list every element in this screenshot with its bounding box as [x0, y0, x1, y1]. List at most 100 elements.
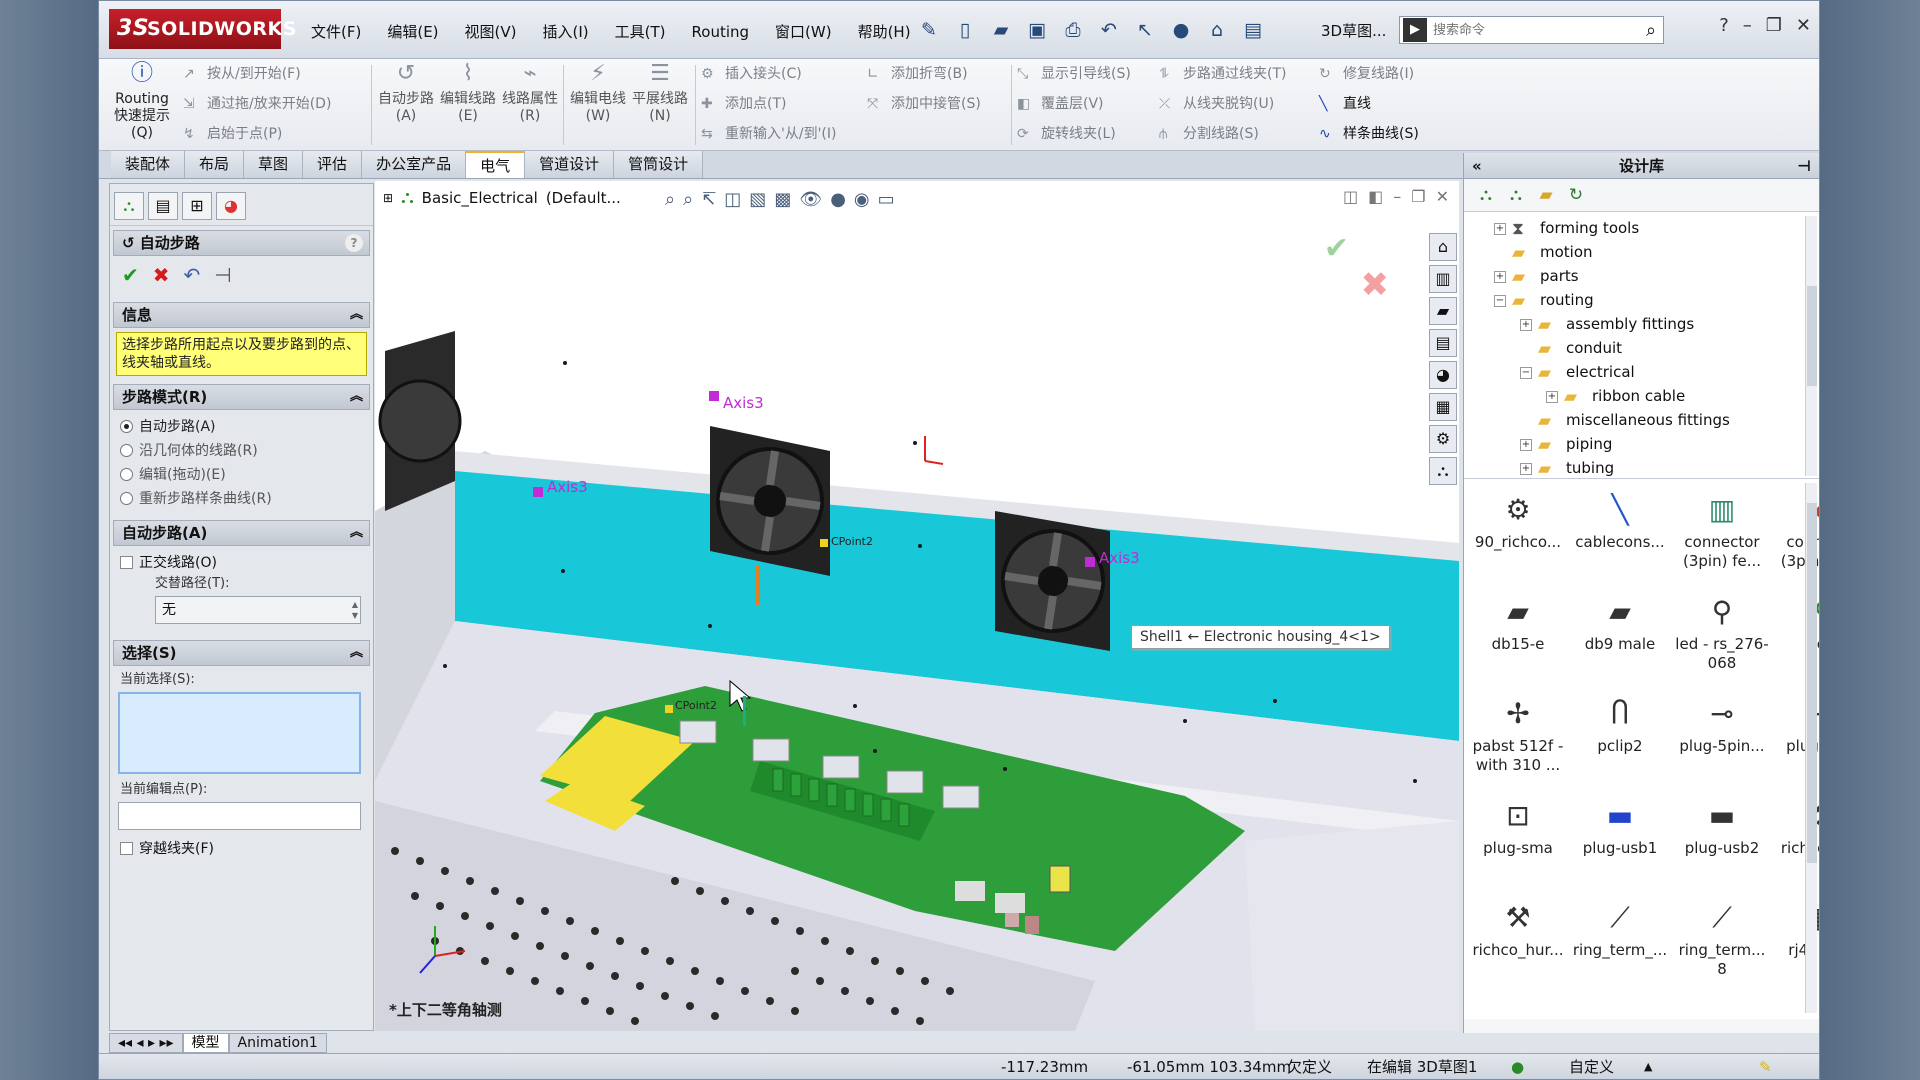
restore-icon[interactable]: ❐ [1766, 15, 1782, 36]
new-document-icon[interactable]: ▯ [950, 15, 980, 45]
previous-view-icon[interactable]: ↸ [701, 189, 716, 210]
menu-help[interactable]: 帮助(H) [846, 19, 923, 45]
menu-tools[interactable]: 工具(T) [603, 19, 678, 45]
reenter-from-to-button[interactable]: ⇆ 重新输入'从/到'(I) [701, 119, 836, 149]
library-item[interactable]: ▥ connector (3pin) fe... [1672, 487, 1772, 571]
appearance-icon[interactable]: ◕ [216, 192, 246, 220]
ok-icon[interactable]: ✔ [122, 260, 139, 290]
chevron-up-icon[interactable]: ▲ [1644, 1054, 1652, 1079]
collapse-icon[interactable]: ︽ [350, 303, 363, 327]
info-section-header[interactable]: 信息 ︽ [113, 302, 370, 328]
library-item[interactable]: ⚒ richco_hur... [1468, 895, 1568, 960]
quick-tips-icon[interactable]: ✎ [1759, 1054, 1772, 1079]
section-view-icon[interactable]: ◫ [724, 189, 741, 210]
checkbox[interactable] [120, 841, 133, 855]
spline-button[interactable]: ∿ 样条曲线(S) [1319, 119, 1419, 149]
search-icon[interactable]: ⌕ [1639, 20, 1663, 41]
show-guidelines-button[interactable]: ⤡ 显示引导线(S) [1017, 59, 1131, 89]
home-icon[interactable]: ⌂ [1429, 233, 1457, 261]
collapse-panel-icon[interactable]: « [1472, 153, 1482, 179]
view-orientation-icon[interactable]: ▧ [749, 189, 766, 210]
pushpin-icon[interactable]: ⊣ [214, 260, 231, 290]
collapse-icon[interactable]: − [1494, 294, 1506, 307]
scene-icon[interactable]: ◉ [854, 189, 870, 210]
expand-icon[interactable]: + [1520, 318, 1532, 331]
checkbox[interactable] [120, 555, 133, 569]
tab-assembly[interactable]: 装配体 [111, 151, 186, 178]
create-folder-icon[interactable]: ▰ [1534, 183, 1558, 207]
assembly-model[interactable] [375, 181, 1459, 1031]
library-item[interactable]: ⚙ 90_richco... [1468, 487, 1568, 552]
expand-icon[interactable]: ⊞ [383, 191, 393, 205]
add-bend-button[interactable]: ∟ 添加折弯(B) [867, 59, 968, 89]
tree-scrollbar[interactable] [1805, 216, 1817, 476]
zoom-fit-icon[interactable]: ⌕ [665, 189, 675, 210]
route-properties-button[interactable]: ⌁ 线路属性(R) [501, 63, 559, 125]
collapse-icon[interactable]: − [1520, 366, 1532, 379]
spin-arrows-icon[interactable]: ▲ ▼ [352, 599, 358, 621]
routing-mode-header[interactable]: 步路模式(R) ︽ [113, 384, 370, 410]
grid-scrollbar[interactable] [1805, 483, 1817, 1013]
tree-item-tubing[interactable]: + ▰ tubing [1464, 456, 1819, 478]
add-to-library-icon[interactable]: ⛬ [1474, 183, 1498, 207]
undo-icon[interactable]: ↶ [1094, 15, 1124, 45]
expand-icon[interactable]: + [1520, 462, 1532, 475]
tree-item-assembly-fittings[interactable]: + ▰ assembly fittings [1464, 312, 1819, 336]
radio-selected[interactable] [120, 419, 133, 433]
library-item[interactable]: Ⴖpclip2 [1570, 691, 1670, 756]
edit-wires-button[interactable]: ⚡ 编辑电线(W) [569, 63, 627, 125]
pushpin-icon[interactable]: ⊣ [1797, 153, 1811, 179]
zoom-area-icon[interactable]: ⌕ [683, 189, 693, 210]
confirm-corner-ok-icon[interactable]: ✔ [1324, 231, 1349, 266]
help-icon[interactable]: ? [1719, 15, 1729, 36]
covering-button[interactable]: ◧ 覆盖层(V) [1017, 89, 1104, 119]
expand-icon[interactable]: + [1494, 222, 1506, 235]
tree-item-parts[interactable]: + ▰ parts [1464, 264, 1819, 288]
tree-item-forming-tools[interactable]: + ⧗ forming tools [1464, 216, 1819, 240]
select-cursor-icon[interactable]: ↖ [1130, 15, 1160, 45]
tree-item-ribbon-cable[interactable]: + ▰ ribbon cable [1464, 384, 1819, 408]
radio[interactable] [120, 491, 133, 505]
library-item[interactable]: ▬ plug-usb1 [1570, 793, 1670, 858]
current-selection-list[interactable] [118, 692, 361, 774]
tree-item-routing[interactable]: − ▰ routing [1464, 288, 1819, 312]
expand-icon[interactable]: + [1520, 438, 1532, 451]
insert-connector-button[interactable]: ⚙ 插入接头(C) [701, 59, 802, 89]
units-dropdown[interactable]: 自定义 [1569, 1054, 1614, 1079]
file-explorer-icon[interactable]: ▰ [1429, 297, 1457, 325]
library-item[interactable]: ⟋ ring_term_... [1570, 895, 1670, 960]
library-item[interactable]: ▰ db9 male [1570, 589, 1670, 654]
start-from-to-button[interactable]: ↗ 按从/到开始(F) [183, 59, 301, 89]
library-item[interactable]: ⊡ plug-sma [1468, 793, 1568, 858]
tab-piping[interactable]: 管道设计 [525, 151, 615, 178]
mode-along-geometry-radio[interactable]: 沿几何体的线路(R) [110, 438, 373, 462]
split-route-button[interactable]: ⫛ 分割线路(S) [1159, 119, 1259, 149]
view-settings-icon[interactable]: ▭ [878, 189, 895, 210]
drag-drop-start-button[interactable]: ⇲ 通过拖/放来开始(D) [183, 89, 331, 119]
custom-properties-icon[interactable]: ▦ [1429, 393, 1457, 421]
menu-insert[interactable]: 插入(I) [531, 19, 601, 45]
tab-electrical[interactable]: 电气 [466, 151, 526, 178]
unhook-clip-button[interactable]: ⤫ 从线夹脱钩(U) [1159, 89, 1274, 119]
library-item[interactable]: ✢ pabst 512f - with 310 ... [1468, 691, 1568, 775]
expand-icon[interactable]: + [1546, 390, 1558, 403]
tab-animation[interactable]: Animation1 [228, 1033, 327, 1053]
selection-header[interactable]: 选择(S) ︽ [113, 640, 370, 666]
minimize-icon[interactable]: – [1743, 15, 1752, 36]
alt-path-stepper[interactable]: 无 ▲ ▼ [155, 596, 361, 624]
component-icon[interactable]: ⛬ [1429, 457, 1457, 485]
configuration-icon[interactable]: ⊞ [182, 192, 212, 220]
flatten-route-button[interactable]: ☰ 平展线路(N) [631, 63, 689, 125]
options-icon[interactable]: ▤ [1238, 15, 1268, 45]
feature-tree-icon[interactable]: ⛬ [114, 192, 144, 220]
appearances-icon[interactable]: ◕ [1429, 361, 1457, 389]
menu-view[interactable]: 视图(V) [453, 19, 529, 45]
design-library-icon[interactable]: ▥ [1429, 265, 1457, 293]
scroll-thumb[interactable] [1807, 503, 1817, 863]
tab-model[interactable]: 模型 [182, 1033, 229, 1053]
library-item[interactable]: ▬ plug-usb2 [1672, 793, 1772, 858]
open-folder-icon[interactable]: ▰ [986, 15, 1016, 45]
minimize-icon[interactable]: – [1393, 187, 1401, 206]
add-splice-button[interactable]: ⤧ 添加中接管(S) [867, 89, 981, 119]
search-input[interactable] [1427, 18, 1639, 42]
